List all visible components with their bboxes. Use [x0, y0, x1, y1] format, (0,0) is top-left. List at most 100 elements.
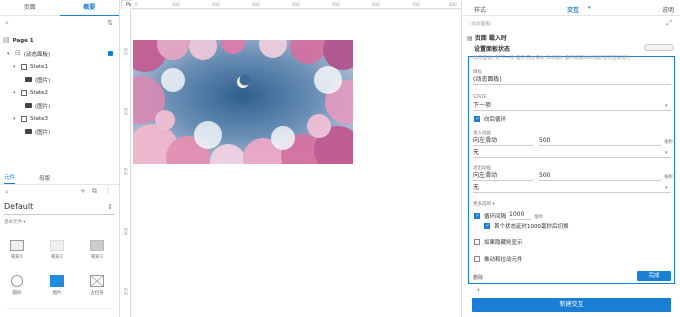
left-tabs: 页面 概要 — [0, 0, 119, 16]
push-pull-label: 推动和拉动元件 — [484, 257, 523, 263]
collapse-triangle-icon[interactable]: ▾ — [13, 64, 21, 70]
collapse-triangle-icon[interactable]: ▾ — [7, 51, 15, 57]
search-icon[interactable]: ⌕ — [5, 20, 9, 27]
more-icon[interactable]: ⋮ — [104, 188, 111, 195]
rectangle-icon — [10, 240, 24, 251]
tab-notes[interactable]: 说明 — [662, 5, 674, 14]
category-label[interactable]: 基本元件 ▾ — [4, 219, 115, 225]
ruler-top: 0 100 200 300 400 500 600 700 800 — [131, 0, 461, 9]
ruler-label: 200 — [212, 2, 220, 7]
exit-animation-select[interactable]: 向左滑动 — [473, 171, 533, 181]
repeat-unit-label: 毫秒 — [534, 215, 543, 220]
tab-outline[interactable]: 概要 — [59, 0, 119, 16]
dropdown-icon: ▾ — [665, 103, 668, 109]
tree-state3-row[interactable]: ▾ State3 — [3, 112, 119, 125]
tab-style[interactable]: 样式 — [474, 5, 486, 14]
tab-widgets[interactable]: 元件 — [4, 173, 16, 184]
first-delay-checkbox[interactable] — [484, 223, 490, 229]
widget-box3[interactable]: 矩形3 — [86, 240, 108, 260]
push-pull-checkbox[interactable] — [474, 256, 480, 262]
enter-animation-select[interactable]: 向左滑动 — [473, 136, 533, 146]
state-select[interactable]: 下一项 — [473, 101, 671, 111]
target-select[interactable]: (动态面板) — [473, 75, 671, 85]
widget-label: 矩形3 — [91, 255, 103, 260]
action-title[interactable]: 设置面板状态 — [474, 44, 510, 53]
rectangle-icon — [50, 240, 64, 251]
tree-state2-row[interactable]: ▾ State2 — [3, 86, 119, 99]
dropdown-icon: ▾ — [665, 185, 668, 191]
widget-label: 矩形1 — [11, 255, 23, 260]
tree-page-row[interactable]: ▤ Page 1 — [3, 34, 119, 47]
done-button[interactable]: 完成 — [637, 271, 671, 281]
design-canvas[interactable]: Page 1 0 100 200 300 400 500 600 700 800… — [121, 0, 461, 317]
widget-label: 占位符 — [90, 291, 104, 296]
state-icon — [21, 63, 27, 70]
tab-masters[interactable]: 母版 — [39, 174, 50, 184]
placeholder-icon — [90, 275, 104, 287]
exit-unit-label: 毫秒 — [664, 175, 673, 180]
selected-widget-name: (动态面板) — [470, 22, 492, 27]
tree-state1-row[interactable]: ▾ State1 — [3, 60, 119, 73]
collapse-triangle-icon[interactable]: ▾ — [13, 116, 21, 122]
widget-placeholder[interactable]: 占位符 — [86, 275, 108, 296]
repeat-checkbox[interactable] — [474, 213, 480, 219]
left-sidebar: 页面 概要 ⌕ ⇅ ▤ Page 1 ▾ ⊟ (动态面板) ▾ State1 (… — [0, 0, 120, 317]
ruler-left: 100 200 300 400 500 — [121, 9, 131, 317]
ruler-label: 600 — [372, 2, 380, 7]
tree-state-label: State3 — [30, 115, 49, 122]
widget-box2[interactable]: 矩形2 — [46, 240, 68, 260]
state-icon — [21, 115, 27, 122]
widget-ellipse[interactable]: 圆形 — [6, 275, 28, 296]
enter-easing-select[interactable]: 无 — [473, 148, 671, 158]
library-toolbar: ⌕ + ⧉ ⋮ — [0, 185, 119, 199]
search-icon[interactable]: ⌕ — [5, 189, 9, 196]
event-row[interactable]: ▤ 页面 载入时 — [467, 33, 507, 42]
tree-image-row[interactable]: (图片) — [3, 73, 119, 86]
outline-tree: ▤ Page 1 ▾ ⊟ (动态面板) ▾ State1 (图片) ▾ Stat… — [0, 34, 119, 138]
more-options-toggle[interactable]: 更多选项 ▾ — [473, 201, 495, 207]
expand-icon[interactable]: ⤢ — [666, 20, 672, 27]
ruler-label: 700 — [412, 2, 420, 7]
tree-page-label: Page 1 — [12, 37, 34, 44]
add-icon[interactable]: + — [80, 188, 86, 195]
chevron-down-icon: ▾ — [588, 5, 591, 11]
filter-icon[interactable]: ⇅ — [107, 20, 113, 27]
new-interaction-button[interactable]: 新建交互 — [472, 298, 671, 312]
add-action-button[interactable]: + — [476, 287, 481, 294]
widget-image[interactable]: 图片 — [46, 275, 68, 296]
visibility-icon[interactable] — [108, 51, 113, 56]
tree-image-row[interactable]: (图片) — [3, 99, 119, 112]
library-select-value: Default — [4, 202, 34, 211]
library-select[interactable]: Default ⇕ — [4, 199, 115, 215]
import-icon[interactable]: ⧉ — [92, 188, 97, 195]
ruler-label: 400 — [292, 2, 300, 7]
outline-search-row: ⌕ ⇅ — [0, 16, 119, 30]
action-editor: (动态面板) 到 下一项 循环 向左滑动 500毫秒 循环间隔1000毫秒首次变… — [468, 56, 675, 284]
tree-image-row[interactable]: (图片) — [3, 125, 119, 138]
state-icon — [21, 89, 27, 96]
loop-label: 向后循环 — [484, 117, 507, 123]
tree-image-label: (图片) — [35, 129, 51, 136]
loop-checkbox[interactable] — [474, 116, 480, 122]
repeat-interval-input[interactable]: 1000 — [509, 210, 531, 220]
collapse-triangle-icon[interactable]: ▾ — [13, 90, 21, 96]
tree-state-label: State2 — [30, 89, 49, 96]
ruler-label: 0 — [135, 2, 138, 7]
action-badge[interactable] — [644, 44, 674, 51]
dynamic-panel-image[interactable] — [133, 40, 353, 164]
image-widget-icon — [50, 275, 64, 287]
ruler-label: 300 — [123, 167, 129, 176]
show-if-hidden-checkbox[interactable] — [474, 239, 480, 245]
exit-easing-select[interactable]: 无 — [473, 183, 671, 193]
ruler-label: 300 — [252, 2, 260, 7]
delete-button[interactable]: 删除 — [473, 274, 483, 281]
tab-interactions[interactable]: 交互 — [567, 5, 579, 14]
ruler-label: 500 — [332, 2, 340, 7]
widget-box1[interactable]: 矩形1 — [6, 240, 28, 260]
tab-pages[interactable]: 页面 — [0, 0, 60, 15]
tree-panel-row[interactable]: ▾ ⊟ (动态面板) — [3, 47, 119, 60]
exit-duration-input[interactable]: 500 — [539, 171, 661, 181]
image-icon — [25, 77, 32, 82]
repeat-label: 循环间隔 — [484, 214, 507, 220]
enter-duration-input[interactable]: 500 — [539, 136, 661, 146]
